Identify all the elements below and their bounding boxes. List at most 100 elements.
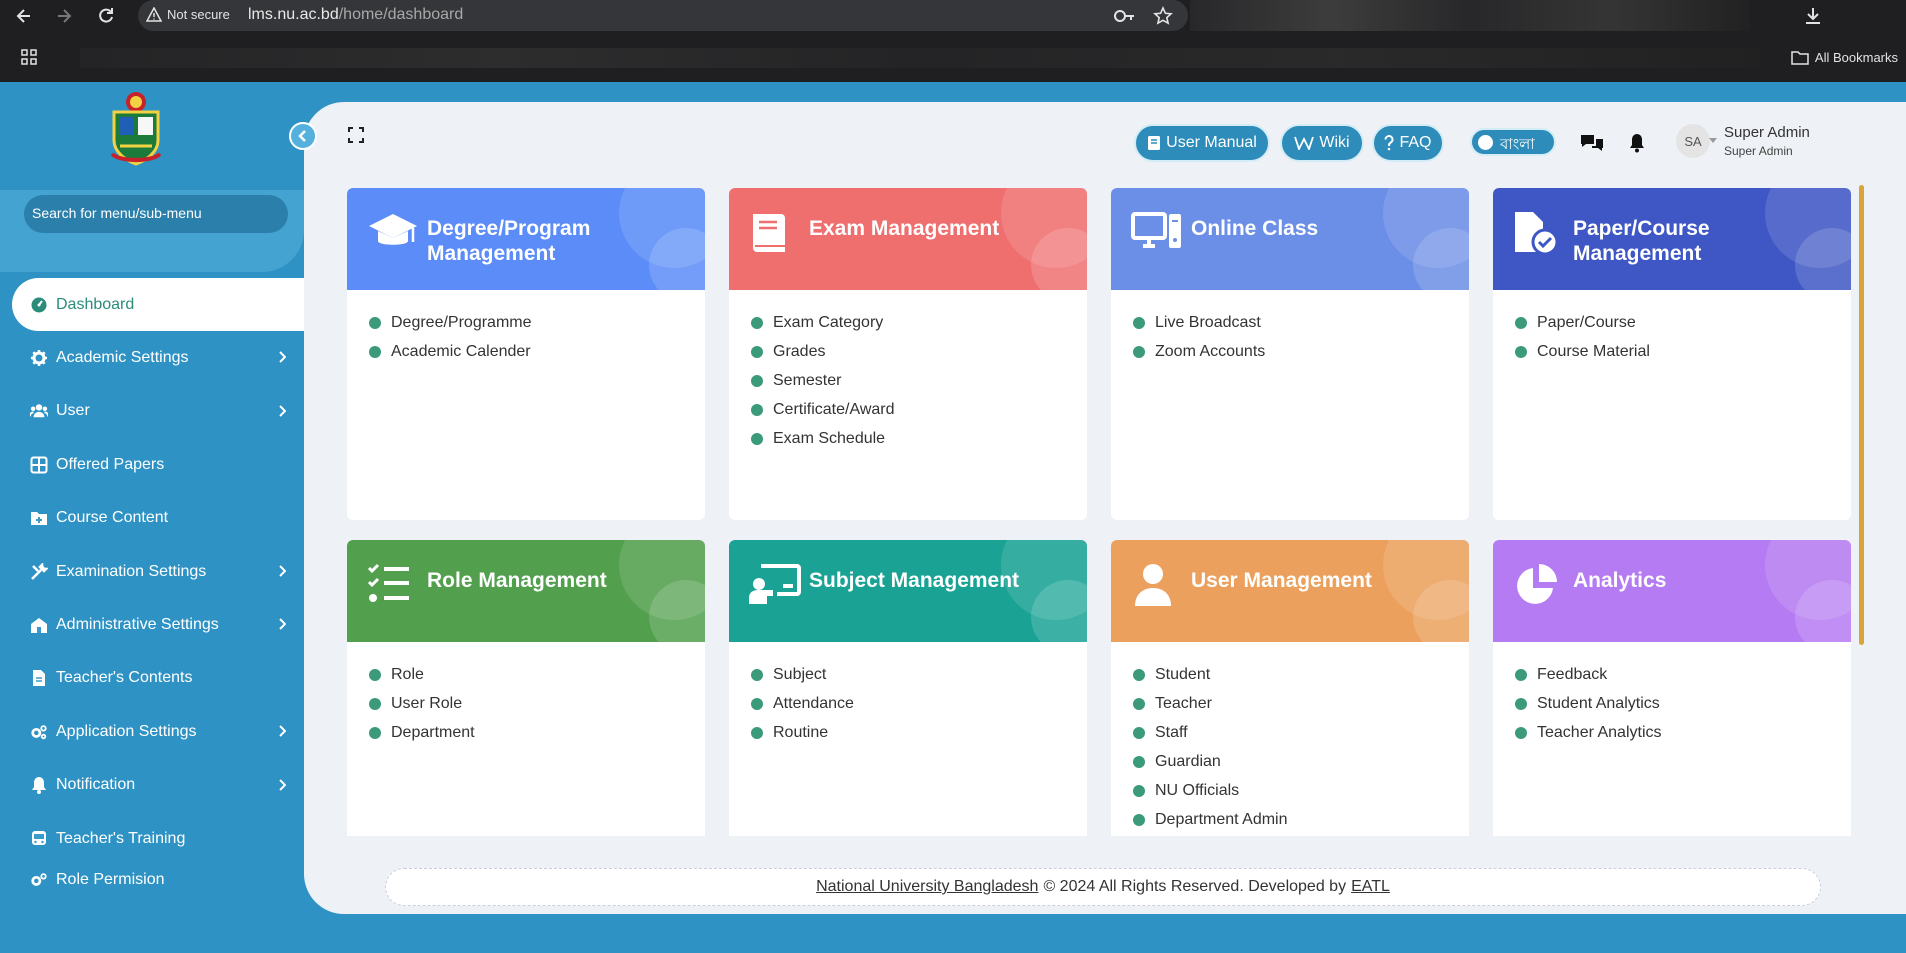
card-header: Paper/Course Management	[1493, 188, 1851, 290]
card-exam-management[interactable]: Exam Management Exam Category Grades Sem…	[729, 188, 1087, 520]
card-link[interactable]: Staff	[1133, 718, 1469, 747]
list-check-icon	[367, 563, 409, 602]
teacher-board-icon	[749, 564, 801, 604]
bell-icon	[32, 777, 46, 795]
card-title: Exam Management	[809, 217, 1000, 240]
card-header: Degree/Program Management	[347, 188, 705, 290]
card-link[interactable]: Attendance	[751, 689, 1087, 718]
footer-org-link[interactable]: National University Bangladesh	[816, 878, 1038, 896]
card-link[interactable]: Teacher Analytics	[1515, 718, 1851, 747]
card-user-management[interactable]: User Management Student Teacher Staff Gu…	[1111, 540, 1469, 836]
card-link[interactable]: Academic Calender	[369, 337, 705, 366]
chat-icon[interactable]	[1580, 133, 1604, 153]
card-link[interactable]: User Role	[369, 689, 705, 718]
sidebar-item-label: Teacher's Training	[56, 829, 186, 847]
card-link[interactable]: Department Admin	[1133, 805, 1469, 834]
card-analytics[interactable]: Analytics Feedback Student Analytics Tea…	[1493, 540, 1851, 836]
card-link-label: Live Broadcast	[1155, 313, 1261, 331]
card-title: Degree/Program Management	[427, 217, 591, 265]
card-link-label: Certificate/Award	[773, 400, 895, 418]
card-link-label: Semester	[773, 371, 842, 389]
card-link[interactable]: Degree/Programme	[369, 308, 705, 337]
card-link[interactable]: Student	[1133, 660, 1469, 689]
sidebar-item-examination-settings[interactable]: Examination Settings	[0, 545, 304, 598]
card-link[interactable]: Exam Schedule	[751, 424, 1087, 453]
url-text[interactable]: lms.nu.ac.bd/home/dashboard	[248, 6, 463, 24]
card-link[interactable]: Teacher	[1133, 689, 1469, 718]
password-key-icon[interactable]	[1113, 7, 1135, 25]
sidebar-item-dashboard[interactable]: Dashboard	[12, 278, 304, 332]
all-bookmarks[interactable]: All Bookmarks	[1791, 50, 1898, 65]
card-link[interactable]: Course Material	[1515, 337, 1851, 366]
notification-bell-icon[interactable]	[1628, 133, 1646, 153]
card-link-label: Routine	[773, 723, 829, 741]
card-degree-program-management[interactable]: Degree/Program Management Degree/Program…	[347, 188, 705, 520]
card-role-management[interactable]: Role Management Role User Role Departmen…	[347, 540, 705, 836]
card-link[interactable]: Semester	[751, 366, 1087, 395]
card-link[interactable]: Grades	[751, 337, 1087, 366]
sidebar-item-teachers-contents[interactable]: Teacher's Contents	[0, 652, 304, 705]
sidebar-item-course-content[interactable]: Course Content	[0, 492, 304, 545]
card-link[interactable]: Live Broadcast	[1133, 308, 1469, 337]
card-link[interactable]: Zoom Accounts	[1133, 337, 1469, 366]
card-items: Live Broadcast Zoom Accounts	[1111, 290, 1469, 366]
avatar[interactable]: SA	[1676, 124, 1710, 158]
wiki-button[interactable]: Wiki	[1280, 124, 1364, 162]
sidebar-collapse-button[interactable]	[289, 122, 317, 150]
card-link-label: Student	[1155, 665, 1211, 683]
card-link[interactable]: Exam Category	[751, 308, 1087, 337]
fullscreen-icon[interactable]	[348, 127, 364, 143]
card-link[interactable]: Routine	[751, 718, 1087, 747]
forward-icon[interactable]	[54, 6, 74, 26]
download-icon[interactable]	[1802, 5, 1824, 27]
sidebar-item-label: Administrative Settings	[56, 616, 219, 634]
sidebar-item-label: Academic Settings	[56, 349, 189, 367]
language-label: বাংলা	[1500, 136, 1535, 153]
address-bar[interactable]: Not secure lms.nu.ac.bd/home/dashboard	[138, 0, 1188, 31]
sidebar-item-administrative-settings[interactable]: Administrative Settings	[0, 598, 304, 651]
card-link[interactable]: Subject	[751, 660, 1087, 689]
card-link[interactable]: Certificate/Award	[751, 395, 1087, 424]
url-host: lms.nu.ac.bd	[248, 6, 339, 23]
card-link[interactable]: Role	[369, 660, 705, 689]
gears-icon	[31, 725, 47, 740]
user-manual-button[interactable]: User Manual	[1134, 124, 1270, 162]
caret-down-icon[interactable]	[1709, 138, 1717, 144]
apps-grid-icon[interactable]	[21, 49, 37, 65]
reload-icon[interactable]	[96, 6, 116, 26]
scrollbar[interactable]	[1859, 185, 1864, 645]
star-icon[interactable]	[1153, 6, 1173, 26]
card-title: Role Management	[427, 569, 607, 592]
card-subject-management[interactable]: Subject Management Subject Attendance Ro…	[729, 540, 1087, 836]
faq-button[interactable]: FAQ	[1372, 124, 1444, 162]
file-icon	[33, 670, 45, 687]
chevron-right-icon	[279, 351, 286, 364]
language-toggle[interactable]: বাংলা	[1470, 128, 1556, 156]
sidebar-item-teachers-training[interactable]: Teacher's Training	[0, 812, 304, 865]
footer-dev-link[interactable]: EATL	[1351, 878, 1390, 896]
sidebar-item-notification[interactable]: Notification	[0, 759, 304, 812]
card-link-label: Staff	[1155, 723, 1188, 741]
sidebar-item-label: Teacher's Contents	[56, 669, 193, 687]
sidebar-item-user[interactable]: User	[0, 385, 304, 438]
back-icon[interactable]	[14, 6, 34, 26]
sidebar-item-academic-settings[interactable]: Academic Settings	[0, 331, 304, 384]
card-link-label: User Role	[391, 694, 463, 712]
sidebar-item-role-permission[interactable]: Role Permision	[0, 865, 304, 887]
card-link[interactable]: Department	[369, 718, 705, 747]
card-link[interactable]: Student Analytics	[1515, 689, 1851, 718]
card-items: Paper/Course Course Material	[1493, 290, 1851, 366]
sidebar-item-offered-papers[interactable]: Offered Papers	[0, 438, 304, 491]
card-paper-course-management[interactable]: Paper/Course Management Paper/Course Cou…	[1493, 188, 1851, 520]
card-link-label: Course Material	[1537, 342, 1650, 360]
card-link[interactable]: Paper/Course	[1515, 308, 1851, 337]
sidebar-item-application-settings[interactable]: Application Settings	[0, 705, 304, 758]
card-link[interactable]: Feedback	[1515, 660, 1851, 689]
book-icon	[753, 214, 785, 252]
card-link[interactable]: Guardian	[1133, 747, 1469, 776]
card-header: User Management	[1111, 540, 1469, 642]
menu-search-input[interactable]: Search for menu/sub-menu	[24, 195, 288, 233]
card-link[interactable]: NU Officials	[1133, 776, 1469, 805]
security-indicator[interactable]: Not secure	[146, 7, 230, 22]
card-online-class[interactable]: Online Class Live Broadcast Zoom Account…	[1111, 188, 1469, 520]
